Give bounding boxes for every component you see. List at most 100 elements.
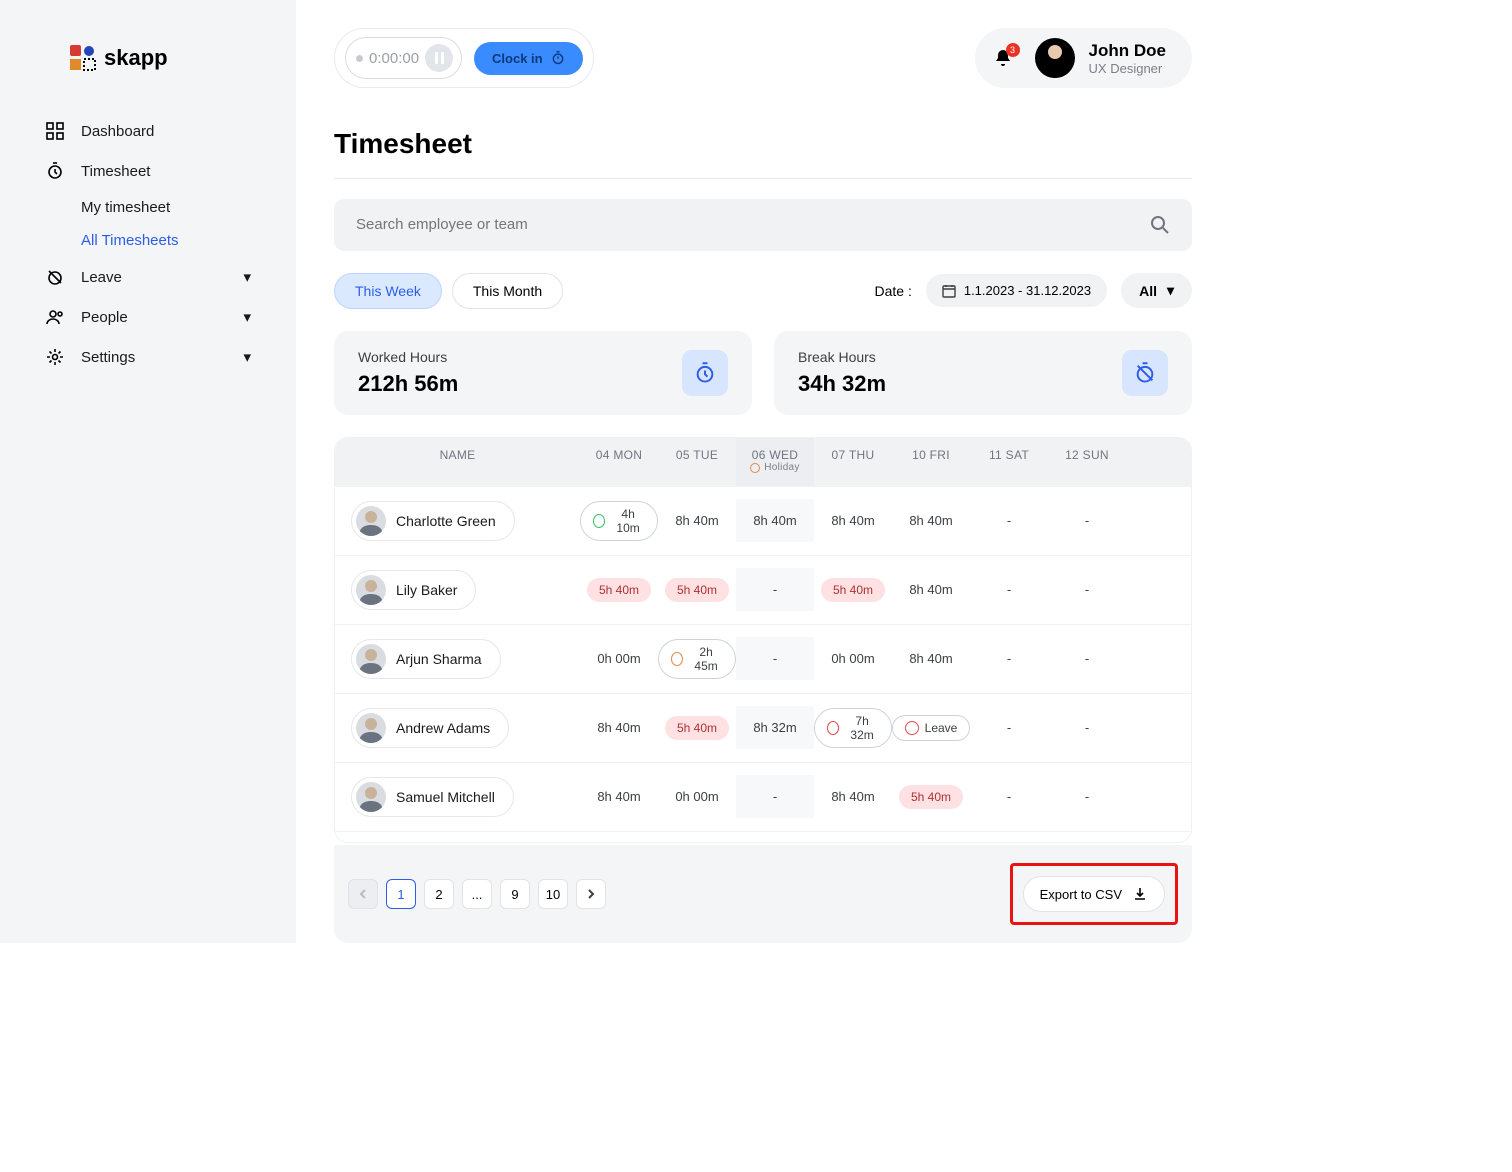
employee-cell[interactable]: Andrew Adams — [335, 694, 580, 762]
people-icon — [45, 307, 65, 327]
search-icon — [1150, 215, 1170, 235]
main: 0:00:00 Clock in 3 John Doe UX Designer — [296, 0, 1230, 943]
pause-icon — [435, 52, 444, 64]
nav-settings[interactable]: Settings ▾ — [25, 337, 271, 377]
timer-off-icon — [45, 267, 65, 287]
time-cell: 5h 40m — [658, 564, 736, 616]
employee-cell[interactable]: Samuel Mitchell — [335, 763, 580, 831]
time-cell: - — [970, 568, 1048, 611]
nav-timesheet[interactable]: Timesheet — [25, 151, 271, 191]
time-cell: 8h 40m — [736, 499, 814, 542]
nav: Dashboard Timesheet My timesheet All Tim… — [0, 111, 296, 377]
time-cell: Leave — [892, 701, 970, 755]
time-cell: 8h 40m — [892, 499, 970, 542]
notifications-button[interactable]: 3 — [993, 48, 1013, 68]
stats: Worked Hours 212h 56m Break Hours 34h 32… — [334, 331, 1192, 415]
tab-this-week[interactable]: This Week — [334, 273, 442, 309]
caret-down-icon: ▾ — [243, 268, 251, 286]
time-cell: 8h 40m — [580, 706, 658, 749]
pause-button[interactable] — [425, 44, 453, 72]
page-9[interactable]: 9 — [500, 879, 530, 909]
time-cell: 0h 00m — [580, 637, 658, 680]
nav-dashboard-label: Dashboard — [81, 123, 154, 140]
page-1[interactable]: 1 — [386, 879, 416, 909]
table-row: Lily Baker5h 40m5h 40m-5h 40m8h 40m-- — [335, 555, 1191, 624]
page-prev[interactable] — [348, 879, 378, 909]
stopwatch-icon — [551, 51, 565, 65]
time-cell: 5h 40m — [814, 840, 892, 843]
notification-badge: 3 — [1006, 43, 1020, 57]
export-csv-button[interactable]: Export to CSV — [1023, 876, 1165, 912]
time-cell: - — [1048, 499, 1126, 542]
page-next[interactable] — [576, 879, 606, 909]
employee-cell[interactable]: Joshua Carter — [335, 832, 580, 843]
timer-display: 0:00:00 — [345, 37, 462, 79]
date-range-picker[interactable]: 1.1.2023 - 31.12.2023 — [926, 274, 1107, 307]
column-header: 11 SAT — [970, 438, 1048, 486]
search-input[interactable] — [356, 216, 1150, 233]
nav-all-timesheets[interactable]: All Timesheets — [81, 224, 271, 257]
tab-this-month[interactable]: This Month — [452, 273, 563, 309]
sidebar: skapp Dashboard Timesheet My timesheet A… — [0, 0, 296, 943]
employee-cell[interactable]: Charlotte Green — [335, 487, 580, 555]
stat-worked-hours: Worked Hours 212h 56m — [334, 331, 752, 415]
page-...[interactable]: ... — [462, 879, 492, 909]
stat-break-hours: Break Hours 34h 32m — [774, 331, 1192, 415]
nav-my-timesheet[interactable]: My timesheet — [81, 191, 271, 224]
divider — [334, 178, 1192, 179]
timer-icon — [682, 350, 728, 396]
user-info: John Doe UX Designer — [1089, 41, 1166, 76]
table-row: Samuel Mitchell8h 40m0h 00m-8h 40m5h 40m… — [335, 762, 1191, 831]
time-cell: - — [1048, 775, 1126, 818]
table-row: Joshua Carter5h 40m8h 40m-5h 40m8h 40m-- — [335, 831, 1191, 843]
page-10[interactable]: 10 — [538, 879, 568, 909]
search-bar[interactable] — [334, 199, 1192, 251]
time-cell: 8h 40m — [892, 568, 970, 611]
table-footer: 12... 9 10 Export to CSV — [334, 845, 1192, 943]
time-cell: - — [970, 499, 1048, 542]
caret-down-icon: ▾ — [1167, 282, 1174, 299]
nav-people-label: People — [81, 309, 128, 326]
user-widget[interactable]: 3 John Doe UX Designer — [975, 28, 1192, 88]
time-cell: 4h 10m — [580, 487, 658, 555]
table-row: Charlotte Green4h 10m8h 40m8h 40m8h 40m8… — [335, 486, 1191, 555]
timer-widget: 0:00:00 Clock in — [334, 28, 594, 88]
time-cell: 5h 40m — [892, 771, 970, 823]
user-name: John Doe — [1089, 41, 1166, 61]
filters: This Week This Month Date : 1.1.2023 - 3… — [334, 273, 1192, 309]
time-cell: 8h 32m — [736, 706, 814, 749]
time-cell: 0h 00m — [814, 637, 892, 680]
time-cell: - — [970, 706, 1048, 749]
gear-icon — [45, 347, 65, 367]
topbar: 0:00:00 Clock in 3 John Doe UX Designer — [334, 28, 1192, 88]
time-cell: - — [736, 775, 814, 818]
page-2[interactable]: 2 — [424, 879, 454, 909]
nav-leave[interactable]: Leave ▾ — [25, 257, 271, 297]
column-header: 05 TUE — [658, 438, 736, 486]
calendar-icon — [942, 284, 956, 298]
clock-in-button[interactable]: Clock in — [474, 42, 583, 75]
caret-down-icon: ▾ — [243, 308, 251, 326]
time-cell: - — [970, 637, 1048, 680]
timer-off-icon — [1122, 350, 1168, 396]
logo: skapp — [70, 45, 296, 71]
filter-all[interactable]: All ▾ — [1121, 273, 1192, 308]
employee-cell[interactable]: Arjun Sharma — [335, 625, 580, 693]
table-header: NAME04 MON05 TUE06 WEDHoliday07 THU10 FR… — [335, 438, 1191, 486]
page-title: Timesheet — [334, 128, 1192, 160]
nav-dashboard[interactable]: Dashboard — [25, 111, 271, 151]
nav-settings-label: Settings — [81, 349, 135, 366]
timesheet-table: NAME04 MON05 TUE06 WEDHoliday07 THU10 FR… — [334, 437, 1192, 843]
column-header: 06 WEDHoliday — [736, 438, 814, 486]
time-cell: - — [1048, 637, 1126, 680]
dashboard-icon — [45, 121, 65, 141]
time-cell: 8h 40m — [580, 775, 658, 818]
download-icon — [1132, 886, 1148, 902]
employee-cell[interactable]: Lily Baker — [335, 556, 580, 624]
user-role: UX Designer — [1089, 61, 1166, 76]
time-cell: 5h 40m — [814, 564, 892, 616]
logo-text: skapp — [104, 45, 168, 71]
nav-people[interactable]: People ▾ — [25, 297, 271, 337]
time-cell: 0h 00m — [658, 775, 736, 818]
timer-value: 0:00:00 — [369, 50, 419, 67]
